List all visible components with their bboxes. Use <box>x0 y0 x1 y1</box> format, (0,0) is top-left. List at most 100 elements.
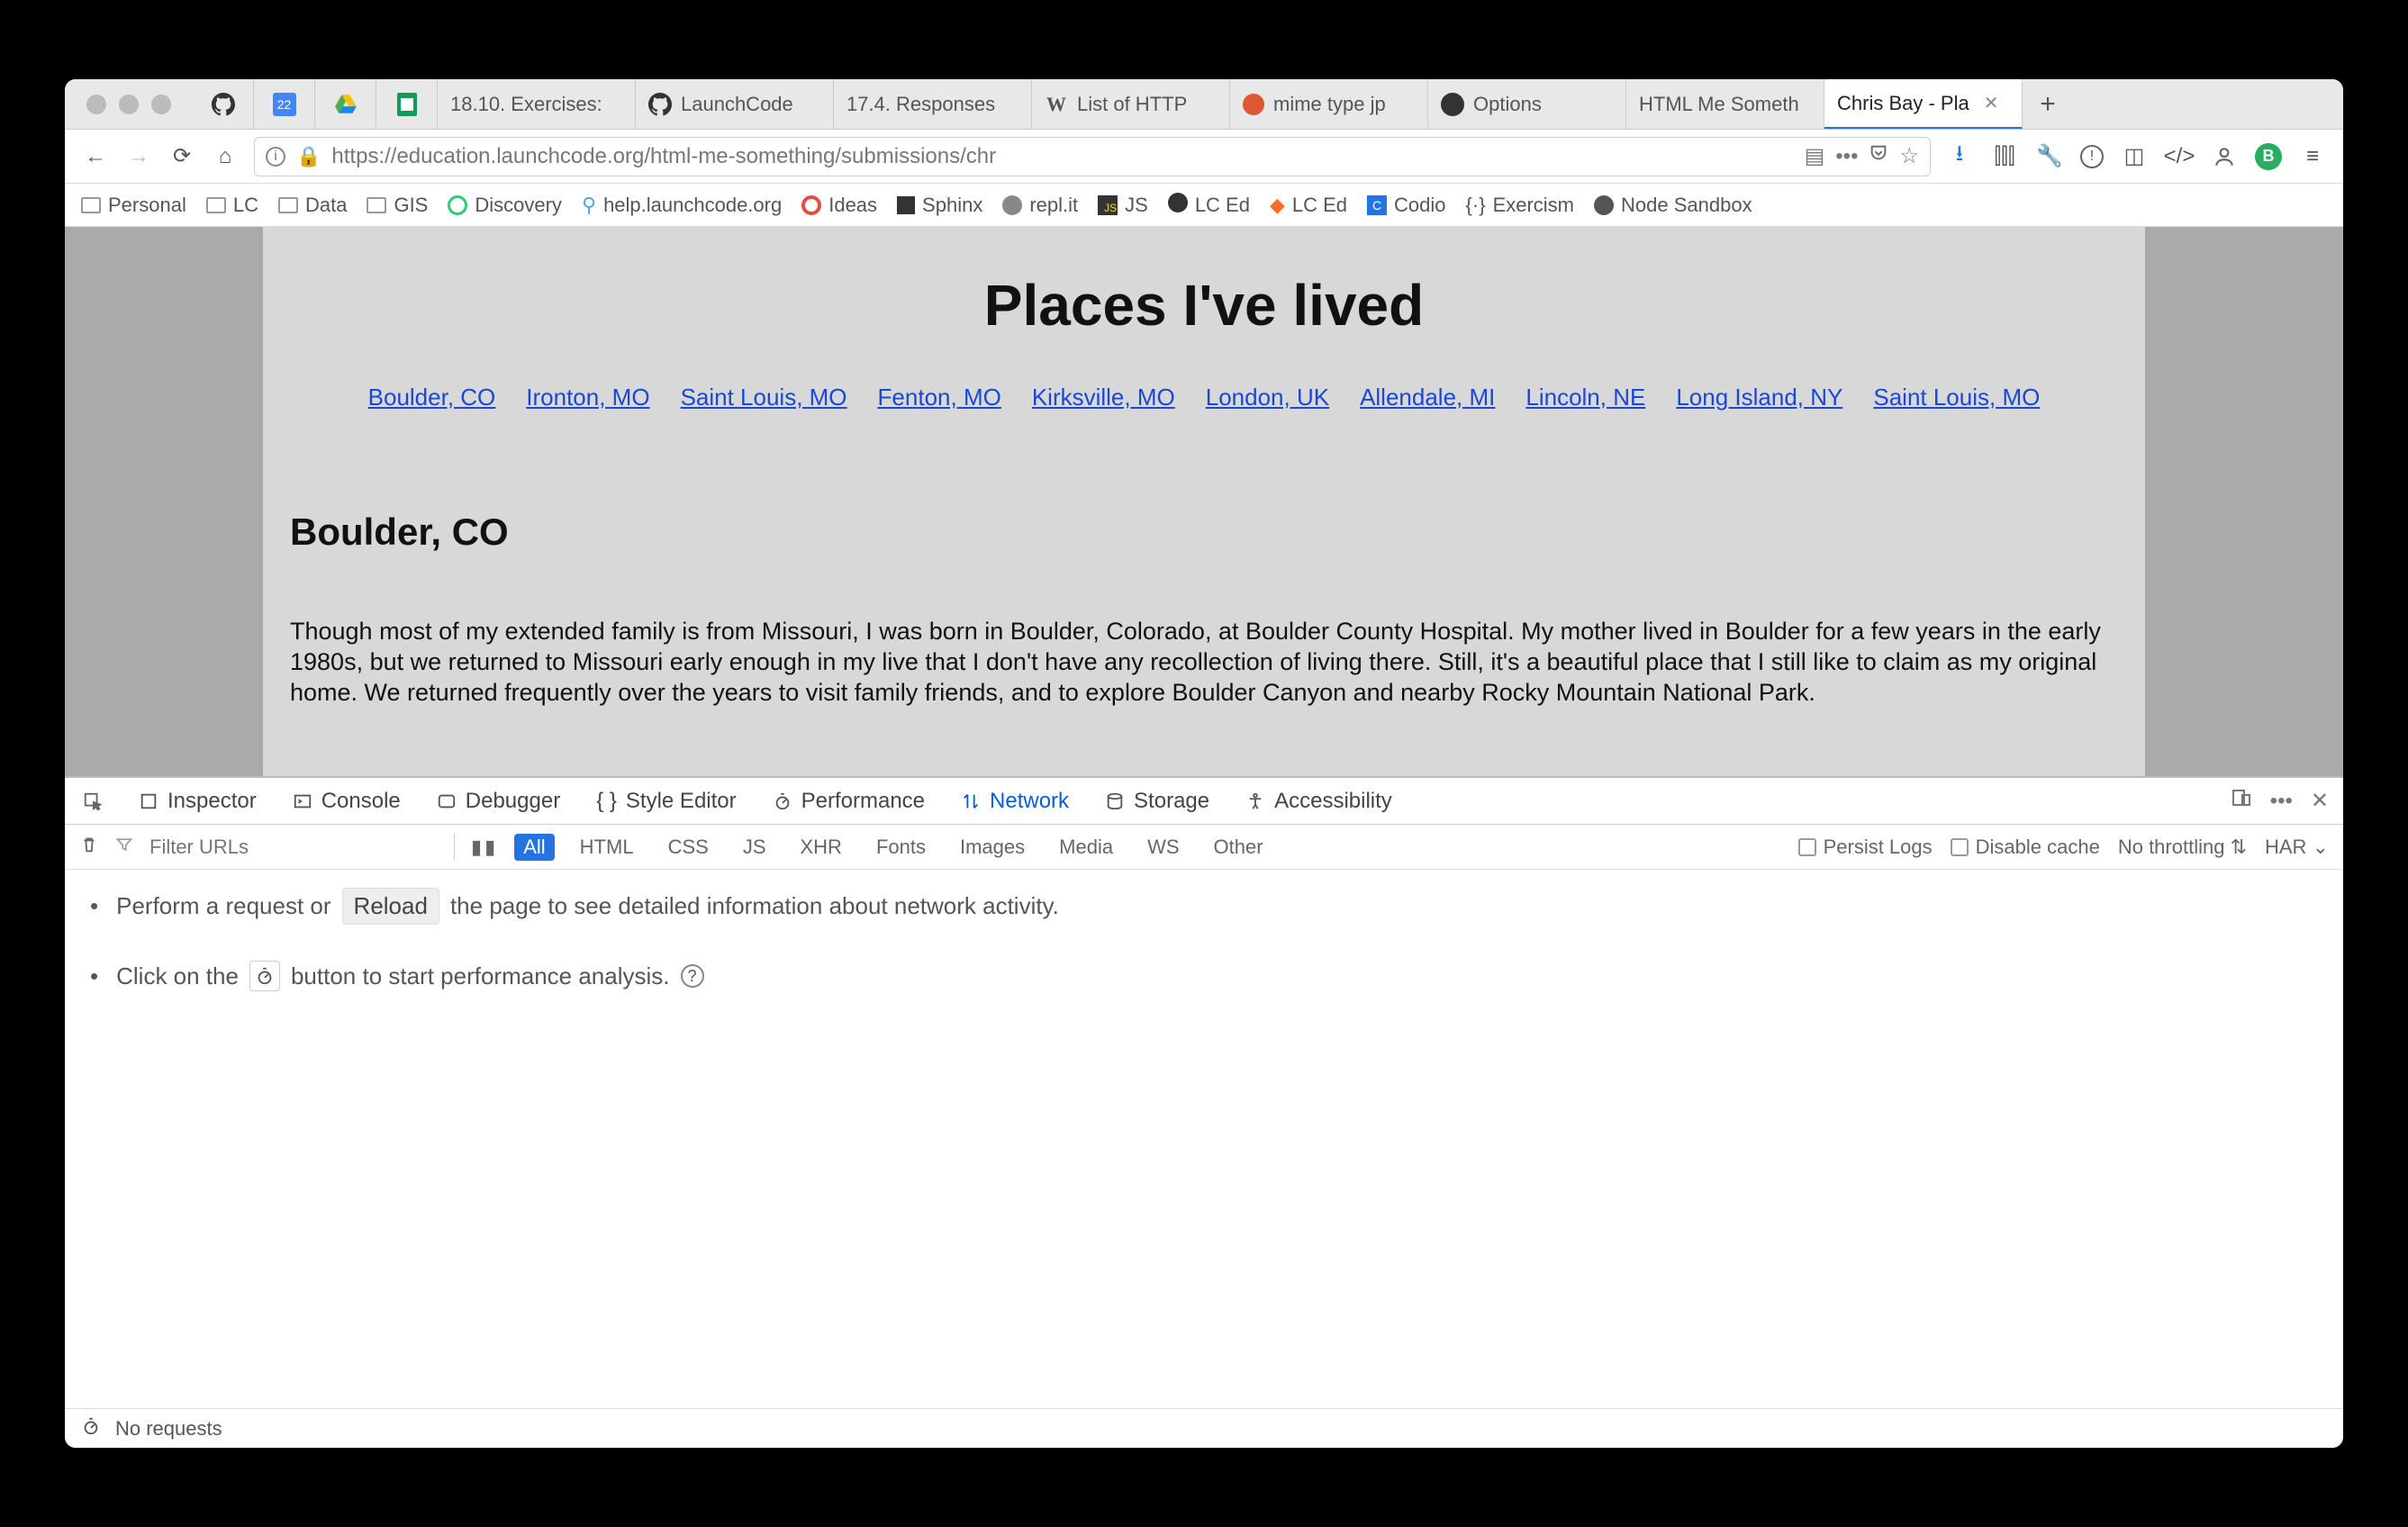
bookmark-js[interactable]: JSJS <box>1098 194 1148 217</box>
noscript-icon[interactable]: ! <box>2080 145 2104 168</box>
forward-button[interactable]: → <box>124 142 153 171</box>
har-menu[interactable]: HAR ⌄ <box>2265 836 2329 859</box>
sidebar-icon[interactable]: ◫ <box>2120 142 2149 171</box>
devtools-tab-inspector[interactable]: Inspector <box>121 778 275 824</box>
nav-link[interactable]: Saint Louis, MO <box>1873 384 2040 411</box>
reload-button[interactable]: ⟳ <box>167 142 196 171</box>
bookmark-help[interactable]: ⚲help.launchcode.org <box>582 194 782 217</box>
close-tab-icon[interactable]: ✕ <box>1984 92 1999 114</box>
tab-launchcode[interactable]: LaunchCode <box>636 79 834 129</box>
devtools-tab-performance[interactable]: Performance <box>755 778 943 824</box>
type-chip-all[interactable]: All <box>514 834 554 861</box>
tab-responses[interactable]: 17.4. Responses <box>834 79 1032 129</box>
nav-link[interactable]: Fenton, MO <box>878 384 1001 411</box>
devtools-menu-icon[interactable]: ••• <box>2270 789 2293 814</box>
download-icon[interactable]: ⭳ <box>1945 142 1974 171</box>
type-chip-fonts[interactable]: Fonts <box>867 834 935 861</box>
tab-mime[interactable]: mime type jp <box>1230 79 1428 129</box>
nav-link[interactable]: Saint Louis, MO <box>681 384 847 411</box>
page-title: Places I've lived <box>290 272 2118 339</box>
back-button[interactable]: ← <box>81 142 110 171</box>
minimize-window-icon[interactable] <box>119 95 139 114</box>
maximize-window-icon[interactable] <box>151 95 171 114</box>
devtools-tab-console[interactable]: Console <box>275 778 419 824</box>
page-action-icon[interactable]: ••• <box>1835 144 1858 169</box>
stopwatch-button[interactable] <box>249 961 280 991</box>
green-circle-icon <box>448 195 467 215</box>
type-chip-other[interactable]: Other <box>1205 834 1272 861</box>
reader-mode-icon[interactable]: ▤ <box>1805 143 1825 169</box>
bookmark-sphinx[interactable]: Sphinx <box>897 194 982 217</box>
bookmark-lced-gl[interactable]: ◆LC Ed <box>1270 194 1347 217</box>
wrench-icon[interactable]: 🔧 <box>2035 142 2064 171</box>
nav-link[interactable]: Ironton, MO <box>526 384 649 411</box>
pocket-icon[interactable] <box>1869 143 1888 169</box>
type-chip-css[interactable]: CSS <box>659 834 718 861</box>
disable-cache-checkbox[interactable]: Disable cache <box>1951 836 2100 859</box>
devtools-picker[interactable] <box>65 778 121 824</box>
bookmark-discovery[interactable]: Discovery <box>448 194 562 217</box>
close-window-icon[interactable] <box>86 95 106 114</box>
new-tab-button[interactable]: + <box>2023 89 2073 120</box>
type-chip-xhr[interactable]: XHR <box>792 834 851 861</box>
tab-drive-pinned[interactable] <box>315 79 376 129</box>
account-icon[interactable] <box>2210 142 2239 171</box>
bookmark-replit[interactable]: repl.it <box>1002 194 1078 217</box>
clear-icon[interactable] <box>79 835 99 860</box>
type-chip-ws[interactable]: WS <box>1138 834 1188 861</box>
tab-exercises[interactable]: 18.10. Exercises: <box>438 79 636 129</box>
devtools-status-bar: No requests <box>65 1408 2343 1448</box>
bookmark-lc[interactable]: LC <box>206 194 258 217</box>
bookmark-nodesandbox[interactable]: Node Sandbox <box>1594 194 1752 217</box>
devtools-tab-storage[interactable]: Storage <box>1087 778 1227 824</box>
nav-link[interactable]: Lincoln, NE <box>1525 384 1645 411</box>
tab-github-pinned[interactable] <box>193 79 254 129</box>
filter-urls-input[interactable] <box>149 836 438 859</box>
type-chip-html[interactable]: HTML <box>571 834 643 861</box>
info-icon[interactable]: i <box>266 147 285 167</box>
responsive-mode-icon[interactable] <box>2231 787 2252 815</box>
code-icon[interactable]: </> <box>2165 142 2194 171</box>
bookmark-star-icon[interactable]: ☆ <box>1899 143 1919 169</box>
tab-sheets-pinned[interactable] <box>376 79 438 129</box>
pause-icon[interactable]: ▮▮ <box>471 836 498 859</box>
bookmark-exercism[interactable]: {·}Exercism <box>1466 194 1574 217</box>
nav-toolbar: ← → ⟳ ⌂ i 🔒 https://education.launchcode… <box>65 130 2343 184</box>
nav-link[interactable]: Allendale, MI <box>1360 384 1495 411</box>
throttling-select[interactable]: No throttling ⇅ <box>2118 836 2247 859</box>
tab-wikipedia[interactable]: WList of HTTP <box>1032 79 1230 129</box>
home-button[interactable]: ⌂ <box>211 142 240 171</box>
devtools-close-icon[interactable]: ✕ <box>2311 788 2329 814</box>
help-icon[interactable]: ? <box>681 964 704 988</box>
nav-link[interactable]: Kirksville, MO <box>1032 384 1175 411</box>
folder-icon <box>367 197 386 213</box>
nav-link[interactable]: Long Island, NY <box>1676 384 1842 411</box>
tab-options[interactable]: Options <box>1428 79 1626 129</box>
bookmark-lced-gh[interactable]: LC Ed <box>1168 193 1250 218</box>
tab-htmlme[interactable]: HTML Me Someth <box>1626 79 1824 129</box>
type-chip-js[interactable]: JS <box>734 834 775 861</box>
devtools-tab-debugger[interactable]: Debugger <box>419 778 578 824</box>
type-chip-images[interactable]: Images <box>951 834 1034 861</box>
bookmark-data[interactable]: Data <box>278 194 347 217</box>
persist-logs-checkbox[interactable]: Persist Logs <box>1798 836 1933 859</box>
nav-link[interactable]: London, UK <box>1206 384 1329 411</box>
bookmark-personal[interactable]: Personal <box>81 194 186 217</box>
menu-icon[interactable]: ≡ <box>2298 142 2327 171</box>
nav-link[interactable]: Boulder, CO <box>368 384 496 411</box>
type-chip-media[interactable]: Media <box>1050 834 1122 861</box>
devtools-tab-accessibility[interactable]: Accessibility <box>1227 778 1410 824</box>
devtools-tab-network[interactable]: Network <box>943 778 1087 824</box>
profile-badge[interactable]: B <box>2255 143 2282 170</box>
reload-hint-button[interactable]: Reload <box>342 888 439 925</box>
url-bar[interactable]: i 🔒 https://education.launchcode.org/htm… <box>254 137 1931 176</box>
bookmark-ideas[interactable]: Ideas <box>801 194 877 217</box>
status-text: No requests <box>115 1417 222 1441</box>
tab-chrisbay[interactable]: Chris Bay - Pla✕ <box>1824 79 2023 129</box>
bookmark-codio[interactable]: CCodio <box>1367 194 1445 217</box>
bookmark-gis[interactable]: GIS <box>367 194 428 217</box>
stopwatch-icon[interactable] <box>81 1416 101 1441</box>
tab-calendar-pinned[interactable]: 22 <box>254 79 315 129</box>
devtools-tab-style[interactable]: { }Style Editor <box>578 778 754 824</box>
library-icon[interactable]: ⫿⫿⫿ <box>1990 142 2019 171</box>
